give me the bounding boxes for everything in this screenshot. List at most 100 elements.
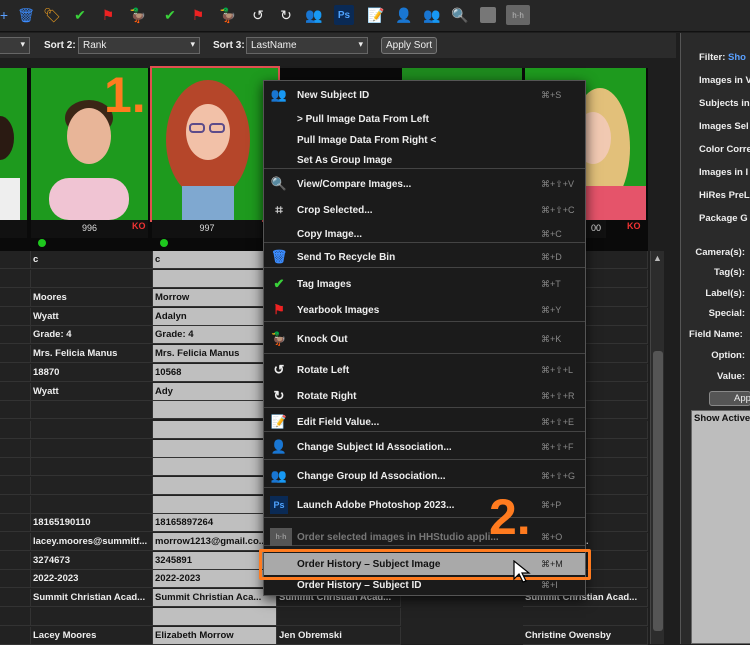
- grid-cell[interactable]: [0, 458, 31, 476]
- grid-cell[interactable]: Adalyn: [153, 308, 277, 326]
- subject-photo-selected[interactable]: [150, 66, 280, 222]
- check-list-icon[interactable]: ✔: [160, 5, 180, 25]
- menu-item-order-history-subject-image[interactable]: Order History – Subject Image ⌘+M: [264, 553, 585, 575]
- menu-item-copy-image[interactable]: Copy Image... ⌘+C: [264, 223, 585, 245]
- grid-cell[interactable]: 18870: [31, 364, 153, 382]
- grid-cell[interactable]: [0, 308, 31, 326]
- scroll-up-icon[interactable]: ▲: [653, 253, 662, 263]
- grid-cell[interactable]: [31, 496, 153, 514]
- grid-cell[interactable]: [153, 608, 277, 626]
- show-active-item[interactable]: Show Active: [692, 411, 750, 426]
- menu-item-rotate-left[interactable]: ↺ Rotate Left ⌘+⇧+L: [264, 359, 585, 381]
- menu-item-tag-images[interactable]: ✔ Tag Images ⌘+T: [264, 273, 585, 295]
- add-icon[interactable]: +: [0, 5, 14, 25]
- grid-cell[interactable]: morrow1213@gmail.co...: [153, 533, 277, 551]
- grid-cell[interactable]: Grade: 4: [153, 326, 277, 344]
- grid-cell[interactable]: lacey.moores@summitf...: [31, 533, 153, 551]
- grid-cell[interactable]: Wyatt: [31, 308, 153, 326]
- grid-cell[interactable]: [0, 326, 31, 344]
- sort3-select[interactable]: LastName ▾: [246, 37, 368, 54]
- menu-item-change-subject-id-association[interactable]: 👤 Change Subject Id Association... ⌘+⇧+F: [264, 436, 585, 458]
- grid-cell[interactable]: [0, 477, 31, 495]
- grid-cell[interactable]: Ady: [153, 383, 277, 401]
- grid-cell[interactable]: [31, 421, 153, 439]
- grid-cell[interactable]: [0, 289, 31, 307]
- menu-item-edit-field-value[interactable]: 📝 Edit Field Value... ⌘+⇧+E: [264, 411, 585, 433]
- flag-list-icon[interactable]: ⚑: [188, 5, 208, 25]
- tag-icon[interactable]: 🏷: [42, 5, 62, 25]
- grid-cell[interactable]: c: [153, 251, 277, 269]
- panel-item[interactable]: Images in V: [699, 75, 750, 86]
- grid-cell[interactable]: [31, 401, 153, 419]
- grid-cell[interactable]: [0, 364, 31, 382]
- rotate-left-icon[interactable]: ↺: [248, 5, 268, 25]
- grid-cell[interactable]: 18165190110: [31, 514, 153, 532]
- grid-cell[interactable]: Elizabeth Morrow: [153, 627, 277, 645]
- grid-cell[interactable]: [31, 440, 153, 458]
- grid-cell[interactable]: 3274673: [31, 552, 153, 570]
- panel-item[interactable]: Package G: [699, 213, 748, 224]
- person-swap-icon[interactable]: 👤: [394, 5, 414, 25]
- menu-item-pull-image-data-from-right[interactable]: Pull Image Data From Right <: [264, 129, 585, 151]
- group-swap-icon[interactable]: 👥: [422, 5, 442, 25]
- grid-cell[interactable]: [31, 477, 153, 495]
- grid-cell[interactable]: [153, 458, 277, 476]
- grid-cell[interactable]: [0, 533, 31, 551]
- menu-item-set-as-group-image[interactable]: Set As Group Image: [264, 149, 585, 171]
- grid-cell[interactable]: [153, 496, 277, 514]
- gray-square-icon[interactable]: [478, 5, 498, 25]
- menu-item-launch-adobe-photoshop-2023[interactable]: Ps Launch Adobe Photoshop 2023... ⌘+P: [264, 494, 585, 516]
- search-icon[interactable]: 🔍: [450, 5, 470, 25]
- grid-cell[interactable]: Lacey Moores: [31, 627, 153, 645]
- grid-cell[interactable]: [0, 608, 31, 626]
- grid-cell[interactable]: [0, 440, 31, 458]
- grid-cell[interactable]: [0, 589, 31, 607]
- hh-icon[interactable]: h·h: [506, 5, 530, 25]
- grid-cell[interactable]: [0, 270, 31, 288]
- sort2-select[interactable]: Rank ▾: [78, 37, 200, 54]
- grid-cell[interactable]: [31, 270, 153, 288]
- grid-cell[interactable]: 10568: [153, 364, 277, 382]
- grid-cell[interactable]: [0, 401, 31, 419]
- grid-cell[interactable]: Summit Christian Acad...: [31, 589, 153, 607]
- menu-item-change-group-id-association[interactable]: 👥 Change Group Id Association... ⌘+⇧+G: [264, 465, 585, 487]
- grid-cell[interactable]: [153, 440, 277, 458]
- rotate-right-icon[interactable]: ↻: [276, 5, 296, 25]
- people-icon[interactable]: 👥: [304, 5, 324, 25]
- grid-cell[interactable]: Mrs. Felicia Manus: [31, 345, 153, 363]
- scroll-thumb[interactable]: [653, 351, 663, 631]
- apply-sort-button[interactable]: Apply Sort: [381, 37, 438, 54]
- apply-filter-button[interactable]: App: [709, 391, 750, 406]
- grid-cell[interactable]: Morrow: [153, 289, 277, 307]
- menu-item-order-selected-images-in-hhstudio-appli[interactable]: h·h Order selected images in HHStudio app…: [264, 526, 585, 548]
- menu-item-order-history-subject-id[interactable]: Order History – Subject ID ⌘+I: [264, 574, 585, 596]
- panel-item[interactable]: Images in I: [699, 167, 748, 178]
- menu-item-knock-out[interactable]: 🦆 Knock Out ⌘+K: [264, 328, 585, 350]
- grid-scrollbar[interactable]: ▲: [650, 251, 664, 644]
- grid-cell[interactable]: 2022-2023: [31, 570, 153, 588]
- grid-cell[interactable]: [0, 552, 31, 570]
- sort1-select[interactable]: ▾: [0, 37, 30, 54]
- panel-item[interactable]: Images Sel: [699, 121, 749, 132]
- grid-cell[interactable]: Grade: 4: [31, 326, 153, 344]
- panel-item[interactable]: Subjects in: [699, 98, 750, 109]
- grid-cell[interactable]: Moores: [31, 289, 153, 307]
- grid-cell[interactable]: [0, 514, 31, 532]
- panel-item[interactable]: HiRes PreL: [699, 190, 750, 201]
- grid-cell[interactable]: [0, 383, 31, 401]
- grid-cell[interactable]: [153, 421, 277, 439]
- duck-list-icon[interactable]: 🦆: [218, 5, 238, 25]
- grid-cell[interactable]: [0, 421, 31, 439]
- grid-cell[interactable]: [0, 345, 31, 363]
- duck-icon[interactable]: 🦆: [128, 5, 148, 25]
- menu-item-rotate-right[interactable]: ↻ Rotate Right ⌘+⇧+R: [264, 385, 585, 407]
- grid-cell[interactable]: Christine Owensby: [523, 627, 648, 645]
- grid-cell[interactable]: 3245891: [153, 552, 277, 570]
- menu-item-view-compare-images[interactable]: 🔍 View/Compare Images... ⌘+⇧+V: [264, 173, 585, 195]
- menu-item-new-subject-id[interactable]: 👥 New Subject ID ⌘+S: [264, 84, 585, 106]
- menu-item-crop-selected[interactable]: ⌗ Crop Selected... ⌘+⇧+C: [264, 199, 585, 221]
- checkmark-icon[interactable]: ✔: [70, 5, 90, 25]
- grid-cell[interactable]: [523, 608, 648, 626]
- photoshop-icon[interactable]: Ps: [334, 5, 354, 25]
- flag-icon[interactable]: ⚑: [98, 5, 118, 25]
